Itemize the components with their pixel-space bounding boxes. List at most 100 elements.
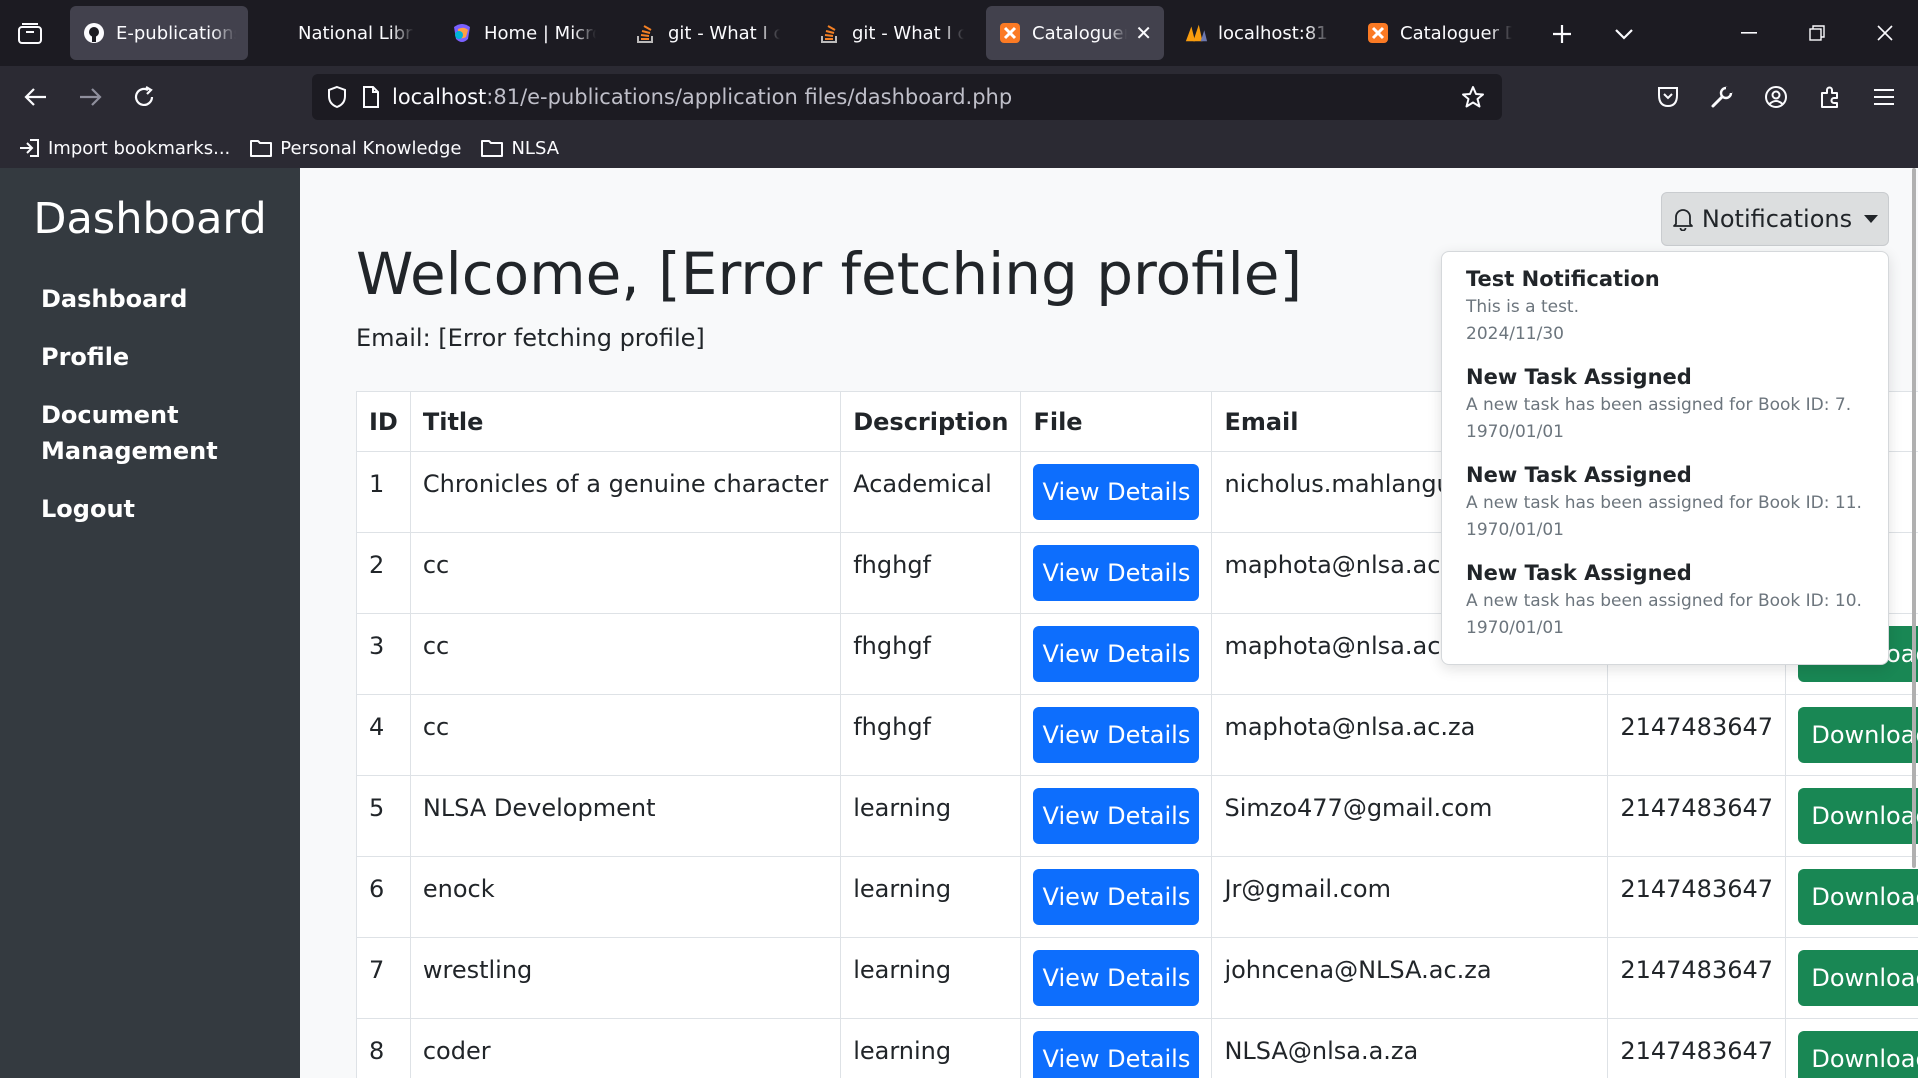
notification-date: 1970/01/01: [1466, 618, 1564, 638]
download-button[interactable]: Download: [1798, 788, 1918, 844]
notification-item[interactable]: New Task Assigned A new task has been as…: [1466, 460, 1864, 544]
col-header-title: Title: [409, 391, 842, 452]
notification-message: This is a test.: [1466, 297, 1579, 317]
cell-title: cc: [409, 532, 842, 614]
bookmark-import[interactable]: Import bookmarks...: [18, 138, 230, 159]
cell-download: Download: [1785, 937, 1918, 1019]
scrollbar-thumb[interactable]: [1912, 168, 1916, 868]
cell-title: enock: [409, 856, 842, 938]
wrench-icon[interactable]: [1700, 76, 1744, 118]
bookmark-label: NLSA: [511, 137, 560, 159]
view-details-button[interactable]: View Details: [1033, 707, 1200, 763]
extensions-icon[interactable]: [1808, 76, 1852, 118]
download-label: Download: [1811, 964, 1918, 992]
notification-title: New Task Assigned: [1466, 365, 1692, 389]
notification-item[interactable]: New Task Assigned A new task has been as…: [1466, 558, 1864, 642]
tab-cataloguer-2[interactable]: Cataloguer Dashboard: [1354, 6, 1524, 60]
browser-tab-strip: E-publications/ National Library Home | …: [0, 0, 1918, 66]
list-all-tabs-chevron-down-icon[interactable]: [1604, 14, 1644, 54]
cell-description: learning: [840, 1018, 1022, 1078]
notification-date: 1970/01/01: [1466, 520, 1564, 540]
view-details-button[interactable]: View Details: [1033, 869, 1200, 925]
new-tab-plus-icon[interactable]: [1542, 14, 1582, 54]
back-arrow-icon[interactable]: [14, 76, 58, 118]
notifications-button[interactable]: Notifications: [1661, 192, 1889, 246]
cell-description: learning: [840, 775, 1022, 857]
tab-title: Home | Microsoft: [484, 22, 596, 44]
view-details-button[interactable]: View Details: [1033, 950, 1200, 1006]
tab-phpmyadmin[interactable]: localhost:81 / 1: [1172, 6, 1342, 60]
pocket-icon[interactable]: [1646, 76, 1690, 118]
xampp-icon: [998, 21, 1022, 45]
cell-title: cc: [409, 694, 842, 776]
bookmark-star-icon[interactable]: [1452, 76, 1494, 118]
bell-icon: [1672, 207, 1694, 231]
download-button[interactable]: Download: [1798, 707, 1918, 763]
tab-cataloguer-active[interactable]: Cataloguer Dashboard ✕: [986, 6, 1164, 60]
welcome-heading: Welcome, [Error fetching profile]: [356, 240, 1303, 308]
cell-email: Simzo477@gmail.com: [1211, 775, 1609, 857]
menu-hamburger-icon[interactable]: [1862, 76, 1906, 118]
close-window-icon[interactable]: [1862, 12, 1908, 54]
notification-message: A new task has been assigned for Book ID…: [1466, 591, 1862, 611]
download-button[interactable]: Download: [1798, 869, 1918, 925]
bookmark-personal-knowledge[interactable]: Personal Knowledge: [250, 138, 461, 159]
restore-icon[interactable]: [1794, 12, 1840, 54]
shield-icon[interactable]: [320, 74, 354, 120]
cell-description: fhghgf: [840, 613, 1022, 695]
table-row: 4 cc fhghgf View Details maphota@nlsa.ac.za 2…: [356, 694, 1918, 776]
download-button[interactable]: Download: [1798, 1031, 1918, 1078]
minimize-icon[interactable]: [1726, 12, 1772, 54]
notification-title: New Task Assigned: [1466, 561, 1692, 585]
notification-date: 2024/11/30: [1466, 324, 1564, 344]
cell-download: Download: [1785, 856, 1918, 938]
page-scrollbar[interactable]: [1910, 168, 1918, 868]
forward-arrow-icon[interactable]: [68, 76, 112, 118]
view-details-button[interactable]: View Details: [1033, 1031, 1200, 1078]
view-details-button[interactable]: View Details: [1033, 464, 1200, 520]
notifications-label: Notifications: [1701, 205, 1853, 233]
cell-id: 1: [356, 451, 411, 533]
view-details-button[interactable]: View Details: [1033, 788, 1200, 844]
url-text[interactable]: localhost:81/e-publications/application …: [392, 85, 1012, 109]
page-viewport: Dashboard Dashboard Profile Document Man…: [0, 168, 1918, 1078]
tab-stackoverflow-1[interactable]: git - What I can: [622, 6, 792, 60]
account-icon[interactable]: [1754, 76, 1798, 118]
sidebar-link-profile[interactable]: Profile: [0, 328, 300, 386]
download-label: Download: [1811, 883, 1918, 911]
tab-title: National Library: [298, 22, 414, 44]
notification-item[interactable]: New Task Assigned A new task has been as…: [1466, 362, 1864, 446]
cell-email: Jr@gmail.com: [1211, 856, 1609, 938]
bookmark-nlsa[interactable]: NLSA: [481, 138, 559, 159]
caret-down-icon: [1864, 215, 1879, 223]
col-header-id: ID: [356, 391, 411, 452]
cell-number: 2147483647: [1607, 937, 1787, 1019]
tab-microsoft[interactable]: Home | Microsoft: [438, 6, 608, 60]
main-content: Welcome, [Error fetching profile] Email:…: [356, 168, 1918, 1078]
tab-stackoverflow-2[interactable]: git - What I can: [806, 6, 976, 60]
page-icon[interactable]: [354, 74, 388, 120]
reload-icon[interactable]: [122, 76, 166, 118]
col-header-file: File: [1020, 391, 1213, 452]
cell-file: View Details: [1020, 694, 1213, 776]
sidebar: Dashboard Dashboard Profile Document Man…: [0, 168, 300, 1078]
notification-item[interactable]: Test Notification This is a test. 2024/1…: [1466, 264, 1864, 348]
tab-overview-icon[interactable]: [12, 14, 48, 52]
cell-description: Academical: [840, 451, 1022, 533]
browser-navigation-bar: localhost:81/e-publications/application …: [0, 66, 1918, 128]
address-bar[interactable]: localhost:81/e-publications/application …: [312, 74, 1502, 120]
download-button[interactable]: Download: [1798, 950, 1918, 1006]
sidebar-link-dashboard[interactable]: Dashboard: [0, 270, 300, 328]
download-label: Download: [1811, 802, 1918, 830]
sidebar-link-logout[interactable]: Logout: [0, 480, 300, 538]
cell-id: 2: [356, 532, 411, 614]
sidebar-link-document-management[interactable]: Document Management: [0, 386, 260, 480]
view-details-button[interactable]: View Details: [1033, 626, 1200, 682]
cell-number: 2147483647: [1607, 856, 1787, 938]
close-tab-icon[interactable]: ✕: [1135, 21, 1152, 45]
tab-github[interactable]: E-publications/: [70, 6, 248, 60]
view-details-button[interactable]: View Details: [1033, 545, 1200, 601]
tab-national-library[interactable]: National Library: [286, 6, 426, 60]
cell-title: NLSA Development: [409, 775, 842, 857]
notification-title: Test Notification: [1466, 267, 1660, 291]
